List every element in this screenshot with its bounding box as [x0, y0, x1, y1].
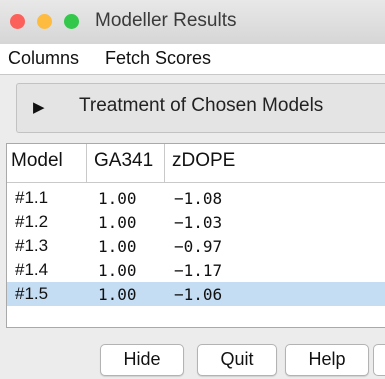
table-row[interactable]: #1.1 1.00 −1.08 — [7, 186, 385, 210]
menu-columns[interactable]: Columns — [8, 48, 79, 69]
table-row[interactable]: #1.3 1.00 −0.97 — [7, 234, 385, 258]
help-button[interactable]: Help — [285, 344, 369, 376]
cell-ga341: 1.00 — [98, 213, 137, 232]
maximize-window-button[interactable] — [64, 14, 79, 29]
cell-ga341: 1.00 — [98, 261, 137, 280]
hide-button[interactable]: Hide — [100, 344, 184, 376]
treatment-disclosure[interactable]: ▶ Treatment of Chosen Models — [16, 83, 385, 133]
cell-zdope: −1.08 — [174, 189, 223, 208]
column-divider[interactable] — [86, 144, 87, 182]
cell-zdope: −1.17 — [174, 261, 223, 280]
close-window-button[interactable] — [10, 14, 25, 29]
cell-model: #1.5 — [15, 284, 49, 303]
minimize-window-button[interactable] — [37, 14, 52, 29]
menu-fetch-scores[interactable]: Fetch Scores — [105, 48, 211, 69]
cell-zdope: −1.03 — [174, 213, 223, 232]
title-bar: Modeller Results — [0, 0, 385, 44]
disclosure-triangle-icon[interactable]: ▶ — [33, 98, 45, 116]
table-header: Model GA341 zDOPE — [7, 144, 385, 183]
cell-zdope: −0.97 — [174, 237, 223, 256]
cell-model: #1.2 — [15, 212, 49, 231]
cell-ga341: 1.00 — [98, 285, 137, 304]
column-header-zdope[interactable]: zDOPE — [172, 150, 235, 172]
menu-bar: Columns Fetch Scores — [0, 44, 385, 75]
quit-button[interactable]: Quit — [197, 344, 277, 376]
column-header-model[interactable]: Model — [11, 150, 63, 172]
column-header-ga341[interactable]: GA341 — [94, 150, 153, 172]
window-title: Modeller Results — [95, 10, 237, 31]
cell-model: #1.1 — [15, 188, 49, 207]
cell-model: #1.3 — [15, 236, 49, 255]
table-row[interactable]: #1.4 1.00 −1.17 — [7, 258, 385, 282]
overflow-button[interactable] — [373, 344, 385, 376]
table-row[interactable]: #1.5 1.00 −1.06 — [7, 282, 385, 306]
cell-model: #1.4 — [15, 260, 49, 279]
column-divider[interactable] — [164, 144, 165, 182]
cell-ga341: 1.00 — [98, 189, 137, 208]
cell-zdope: −1.06 — [174, 285, 223, 304]
cell-ga341: 1.00 — [98, 237, 137, 256]
models-table[interactable]: Model GA341 zDOPE #1.1 1.00 −1.08 #1.2 1… — [6, 143, 385, 328]
table-row[interactable]: #1.2 1.00 −1.03 — [7, 210, 385, 234]
disclosure-label: Treatment of Chosen Models — [79, 95, 324, 116]
